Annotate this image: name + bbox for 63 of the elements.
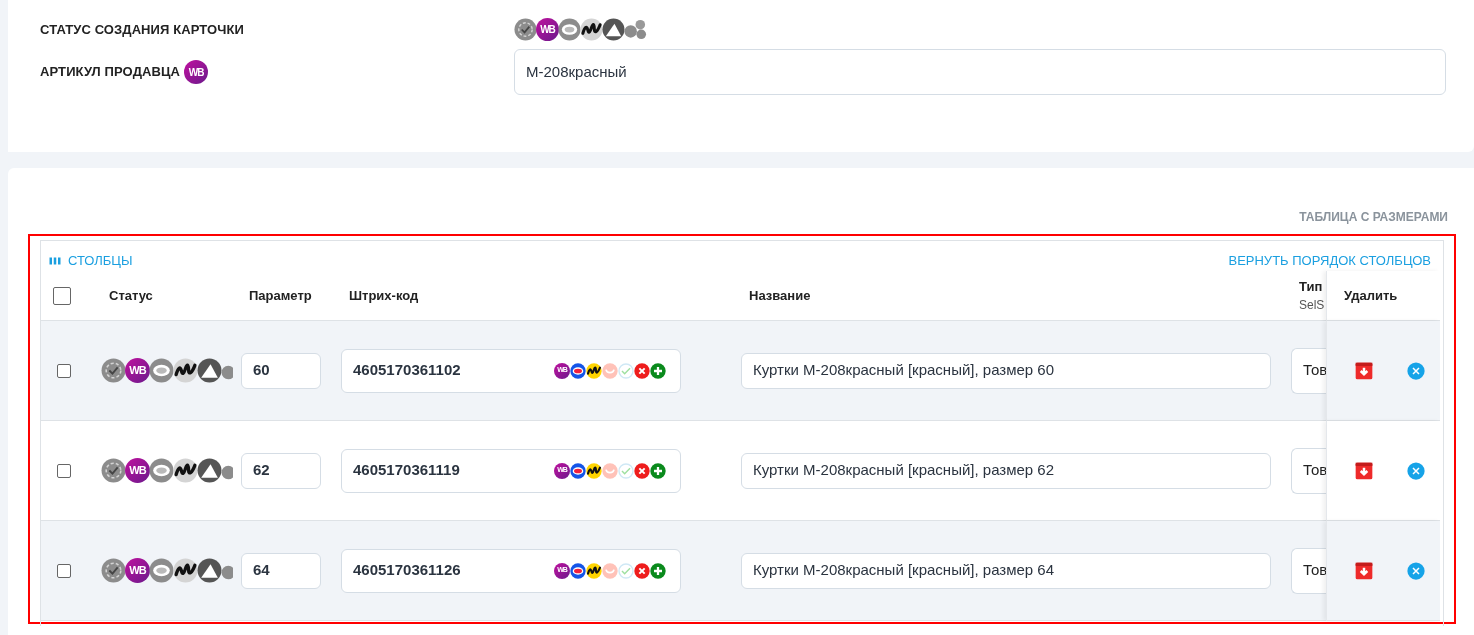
archive-button[interactable] <box>1354 460 1374 481</box>
type-select[interactable]: Тов <box>1291 347 1326 394</box>
close-icon <box>1407 361 1425 380</box>
archive-button[interactable] <box>1354 360 1374 381</box>
name-field[interactable]: Куртки М-208красный [красный], размер 60 <box>741 352 1271 389</box>
column-header: Удалить <box>1344 286 1398 305</box>
wb-badge: WB <box>125 558 150 583</box>
add-icon <box>650 462 666 479</box>
smile-logo-icon <box>602 562 618 579</box>
row-checkbox[interactable] <box>57 363 71 378</box>
column-header: Тип <box>1299 277 1323 296</box>
squiggle-logo-icon <box>586 362 602 379</box>
column-header: Название <box>749 286 811 305</box>
column-header: Статус <box>109 286 153 305</box>
size-table-title: ТАБЛИЦА С РАЗМЕРАМИ <box>1299 210 1448 224</box>
columns-icon <box>49 255 61 267</box>
archive-icon <box>1354 560 1374 581</box>
remove-button[interactable] <box>1407 561 1425 580</box>
close-icon <box>1407 461 1425 480</box>
archive-button[interactable] <box>1354 560 1374 581</box>
row-checkbox[interactable] <box>57 463 71 478</box>
wb-badge: WB <box>125 358 150 383</box>
wb-badge: WB <box>536 17 559 41</box>
archive-icon <box>1354 460 1374 481</box>
select-all-checkbox[interactable] <box>53 286 71 305</box>
archive-icon <box>1354 360 1374 381</box>
column-header: Штрих-код <box>349 286 419 305</box>
wb-badge: WB <box>184 60 209 84</box>
barcode-text: 4605170361102 <box>353 360 461 381</box>
smile-logo-icon <box>602 362 618 379</box>
name-field[interactable]: Куртки М-208красный [красный], размер 64 <box>741 552 1271 589</box>
name-field[interactable]: Куртки М-208красный [красный], размер 62 <box>741 452 1271 489</box>
type-select[interactable]: Тов <box>1291 447 1326 494</box>
card-status-label: СТАТУС СОЗДАНИЯ КАРТОЧКИ <box>40 22 244 37</box>
wb-badge: WB <box>125 458 150 483</box>
size-field[interactable]: 60 <box>241 352 321 389</box>
seller-sku-label: АРТИКУЛ ПРОДАВЦА <box>40 63 181 82</box>
check-circle-icon <box>618 362 634 379</box>
remove-icon <box>634 562 650 579</box>
remove-icon <box>634 362 650 379</box>
smile-logo-icon <box>602 462 618 479</box>
barcode-text: 4605170361126 <box>353 560 461 581</box>
remove-icon <box>634 462 650 479</box>
check-circle-icon <box>618 562 634 579</box>
ring-logo-icon <box>570 362 586 379</box>
row-checkbox[interactable] <box>57 563 71 578</box>
check-circle-icon <box>618 462 634 479</box>
add-icon <box>650 362 666 379</box>
squiggle-logo-icon <box>586 562 602 579</box>
size-field[interactable]: 62 <box>241 452 321 489</box>
barcode-text: 4605170361119 <box>353 460 460 481</box>
remove-button[interactable] <box>1407 361 1425 380</box>
remove-button[interactable] <box>1407 461 1425 480</box>
seller-sku-field[interactable]: М-208красный <box>514 49 1446 95</box>
close-icon <box>1407 561 1425 580</box>
ring-logo-icon <box>570 462 586 479</box>
ring-logo-icon <box>570 562 586 579</box>
squiggle-logo-icon <box>586 462 602 479</box>
column-subheader: SelS <box>1299 297 1325 315</box>
type-select[interactable]: Тов <box>1291 547 1326 594</box>
add-icon <box>650 562 666 579</box>
size-field[interactable]: 64 <box>241 552 321 589</box>
column-header: Параметр <box>249 286 312 305</box>
